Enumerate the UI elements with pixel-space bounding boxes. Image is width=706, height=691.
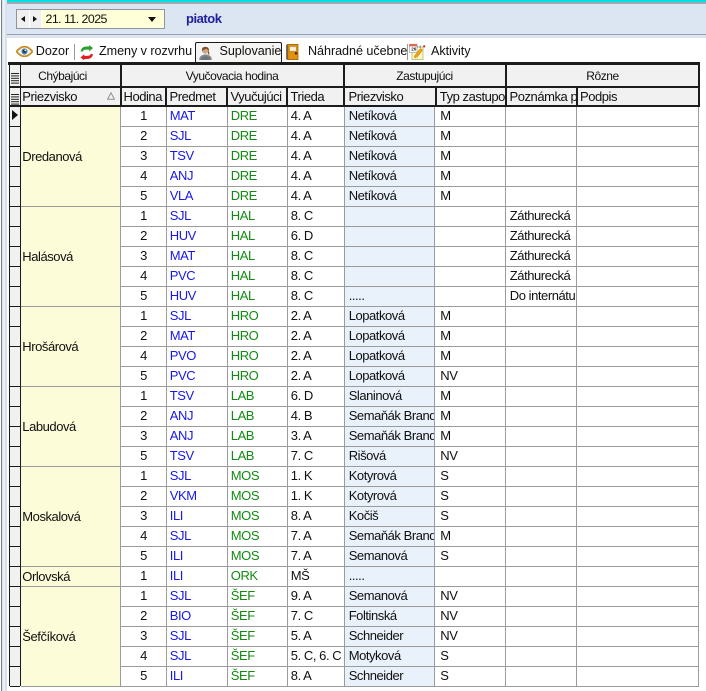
svg-text:26: 26	[411, 47, 417, 52]
